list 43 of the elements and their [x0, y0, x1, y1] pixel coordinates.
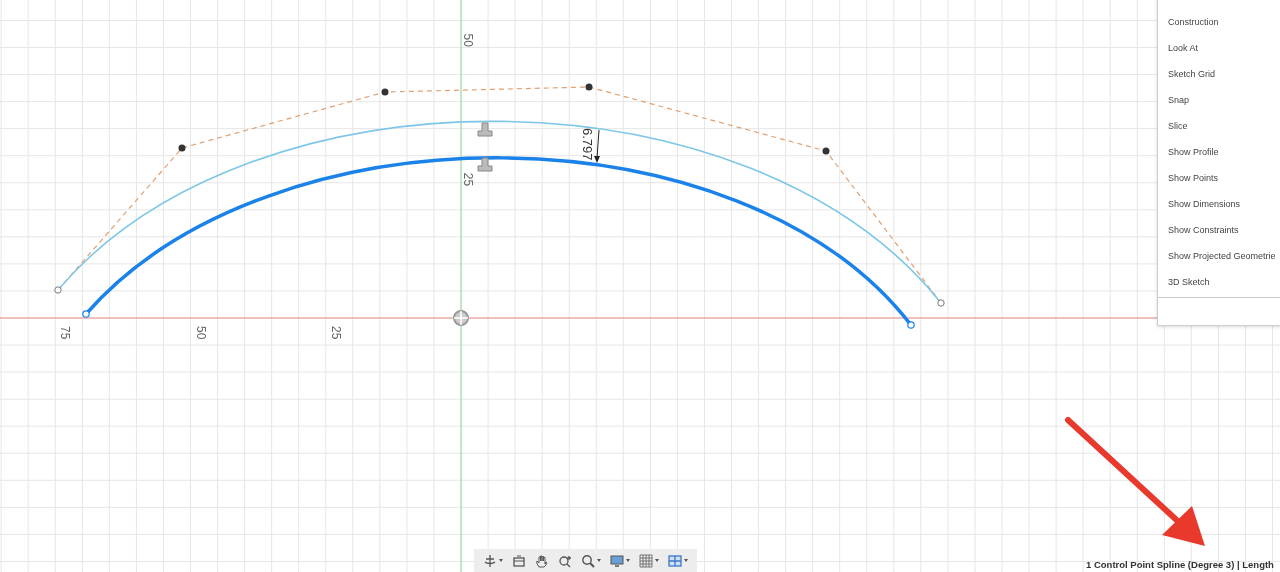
dimension-value[interactable]: 6.797	[580, 128, 595, 161]
grid-icon[interactable]	[639, 553, 653, 568]
end-point[interactable]	[937, 299, 945, 307]
menu-item[interactable]: Slice	[1158, 113, 1280, 139]
caret-icon[interactable]	[499, 559, 503, 562]
axis-label: 50	[461, 33, 475, 47]
status-text: 1 Control Point Spline (Degree 3) | Length	[1086, 559, 1274, 570]
control-point[interactable]	[585, 83, 593, 91]
zoomfit-icon[interactable]	[558, 553, 572, 568]
axis-label: 50	[193, 326, 208, 340]
menu-item[interactable]: Show Points	[1158, 165, 1280, 191]
control-point[interactable]	[178, 144, 186, 152]
end-point[interactable]	[82, 310, 90, 318]
caret-icon[interactable]	[626, 559, 630, 562]
constraint-icon[interactable]	[477, 157, 493, 172]
axis-label: 25	[461, 172, 475, 187]
control-point[interactable]	[822, 147, 830, 155]
menu-item[interactable]: 3D Sketch	[1158, 269, 1280, 295]
look-icon[interactable]	[512, 553, 526, 568]
caret-icon[interactable]	[597, 559, 601, 562]
viewports-icon[interactable]	[668, 553, 682, 568]
orbit-icon[interactable]	[483, 553, 497, 568]
display-icon[interactable]	[610, 553, 624, 568]
pan-icon[interactable]	[535, 553, 549, 568]
dimension-arrow	[594, 129, 600, 163]
menu-item[interactable]: Show Dimensions	[1158, 191, 1280, 217]
menu-item[interactable]: Sketch Grid	[1158, 61, 1280, 87]
end-point[interactable]	[907, 321, 915, 329]
constraint-icon[interactable]	[477, 122, 493, 137]
zoom-icon[interactable]	[581, 553, 595, 568]
origin-icon	[453, 310, 469, 326]
menu-item[interactable]: Show Profile	[1158, 139, 1280, 165]
menu-item[interactable]: Construction	[1158, 9, 1280, 35]
caret-icon[interactable]	[684, 559, 688, 562]
menu-item[interactable]: Look At	[1158, 35, 1280, 61]
axis-label: 75	[58, 326, 73, 340]
control-point[interactable]	[381, 88, 389, 96]
axis-label: 25	[328, 326, 343, 340]
caret-icon[interactable]	[655, 559, 659, 562]
menu-item[interactable]: Show Projected Geometrie	[1158, 243, 1280, 269]
menu-item[interactable]: Snap	[1158, 87, 1280, 113]
end-point[interactable]	[54, 286, 62, 294]
menu-item[interactable]: Show Constraints	[1158, 217, 1280, 243]
